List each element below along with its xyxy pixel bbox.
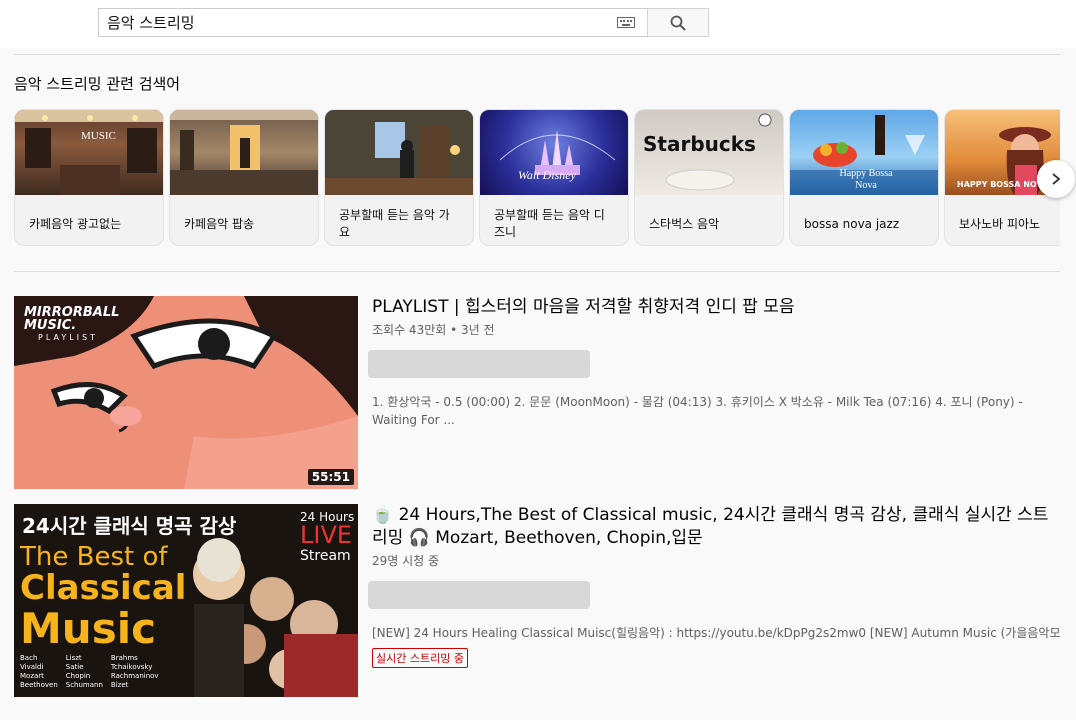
composer: Tchaikovsky: [110, 663, 153, 671]
composer: Schumann: [65, 681, 103, 689]
related-card[interactable]: 카페음악 팝송: [169, 109, 319, 246]
thumb-line3: Music: [20, 604, 156, 653]
composer-col-3: Brahms Tchaikovsky Rachmaninov Bizet: [111, 654, 159, 690]
video-info: 🍵 24 Hours,The Best of Classical music, …: [368, 504, 1060, 668]
top-bar: [0, 0, 1076, 48]
divider: [14, 271, 1060, 272]
video-title[interactable]: PLAYLIST | 힙스터의 마음을 저격할 취향저격 인디 팝 모음: [372, 296, 1060, 319]
related-card[interactable]: Happy Bossa Nova bossa nova jazz: [789, 109, 939, 246]
coffee-cup-image: [665, 113, 772, 191]
related-card-thumbnail: [325, 110, 473, 195]
playlist-label: PLAYLIST: [38, 333, 98, 342]
card-thumb-text: HAPPY BOSSA NOVA: [957, 180, 1049, 189]
channel-brand: MIRRORBALL MUSIC.: [24, 305, 120, 333]
related-card[interactable]: Starbucks 스타벅스 음악: [634, 109, 784, 246]
study-room-image: [325, 110, 473, 195]
related-card-thumbnail: Happy Bossa Nova: [790, 110, 938, 195]
card-thumb-text: MUSIC: [81, 130, 116, 142]
chevron-right-icon: [1052, 173, 1061, 185]
video-meta: 29명 시청 중: [372, 554, 440, 568]
composer: Bach: [20, 654, 38, 662]
composer: Rachmaninov: [110, 672, 159, 680]
composer: Liszt: [65, 654, 82, 662]
related-card[interactable]: MUSIC 카페음악 광고없는: [14, 109, 164, 246]
logo[interactable]: [14, 0, 88, 30]
composer-col-1: Bach Vivaldi Mozart Beethoven: [20, 654, 58, 690]
composer: Brahms: [110, 654, 138, 662]
related-card-label: 카페음악 광고없는: [29, 216, 122, 231]
composer: Mozart: [20, 672, 44, 680]
composer: Bizet: [110, 681, 129, 689]
thumb-live: LIVE: [300, 521, 353, 549]
channel-placeholder: [368, 581, 590, 609]
composer-list: Bach Vivaldi Mozart Beethoven Liszt Sati…: [20, 654, 159, 690]
live-badge: 실시간 스트리밍 중: [372, 648, 468, 668]
thumb-stream: Stream: [300, 548, 351, 564]
related-card-thumbnail: MUSIC: [15, 110, 163, 195]
video-info: PLAYLIST | 힙스터의 마음을 저격할 취향저격 인디 팝 모음 조회수…: [368, 296, 1060, 429]
related-card-label: 카페음악 팝송: [184, 216, 255, 231]
related-card-thumbnail: [170, 110, 318, 195]
video-meta: 조회수 43만회 • 3년 전: [372, 323, 495, 337]
thumb-headline: 24시간 클래식 명곡 감상: [22, 514, 237, 538]
composer: Satie: [65, 663, 84, 671]
composer: Vivaldi: [20, 663, 44, 671]
video-description: 1. 환상악국 - 0.5 (00:00) 2. 문문 (MoonMoon) -…: [372, 395, 1023, 427]
related-card-thumbnail: Starbucks: [635, 110, 783, 195]
related-card-label: 공부할때 듣는 음악 가요: [339, 208, 450, 239]
divider: [14, 54, 1060, 55]
related-card[interactable]: 공부할때 듣는 음악 가요: [324, 109, 474, 246]
related-card-label: 보사노바 피아노: [959, 216, 1041, 231]
video-title[interactable]: 🍵 24 Hours,The Best of Classical music, …: [372, 504, 1060, 550]
video-thumbnail[interactable]: MIRRORBALL MUSIC. PLAYLIST 55:51: [14, 296, 358, 489]
search-box[interactable]: [98, 8, 648, 37]
card-thumb-text: Walt Disney: [518, 168, 576, 182]
video-thumbnail[interactable]: 24시간 클래식 명곡 감상 24 Hours LIVE Stream The …: [14, 504, 358, 697]
related-card[interactable]: Walt Disney 공부할때 듣는 음악 디즈니: [479, 109, 629, 246]
search-icon: [670, 15, 686, 31]
cafe-window-image: [170, 110, 318, 195]
video-duration: 55:51: [307, 469, 354, 485]
related-card-label: bossa nova jazz: [804, 216, 900, 231]
card-thumb-text: Happy Bossa Nova: [839, 168, 893, 191]
keyboard-icon[interactable]: [617, 17, 635, 28]
channel-placeholder: [368, 350, 590, 378]
search-input[interactable]: [99, 9, 617, 36]
related-searches-title: 음악 스트리밍 관련 검색어: [14, 75, 181, 93]
cafe-scene-image: [15, 110, 163, 195]
composer: Chopin: [65, 672, 91, 680]
related-card-thumbnail: Walt Disney: [480, 110, 628, 195]
composer-col-2: Liszt Satie Chopin Schumann: [66, 654, 103, 690]
related-card-label: 스타벅스 음악: [649, 216, 720, 231]
video-description: [NEW] 24 Hours Healing Classical Muisc(힐…: [372, 626, 1060, 640]
scroll-next-button[interactable]: [1037, 160, 1075, 198]
related-card-label: 공부할때 듣는 음악 디즈니: [494, 208, 605, 239]
video-result[interactable]: MIRRORBALL MUSIC. PLAYLIST 55:51 PLAYLIS…: [14, 296, 1060, 489]
composer: Beethoven: [20, 681, 58, 689]
video-result[interactable]: 24시간 클래식 명곡 감상 24 Hours LIVE Stream The …: [14, 504, 1060, 697]
related-searches-row: MUSIC 카페음악 광고없는 카페음악 팝송 공부할때 듣는 음악 가요 Wa…: [14, 109, 1060, 247]
thumb-line2: Classical: [20, 568, 187, 608]
search-button[interactable]: [647, 8, 709, 37]
